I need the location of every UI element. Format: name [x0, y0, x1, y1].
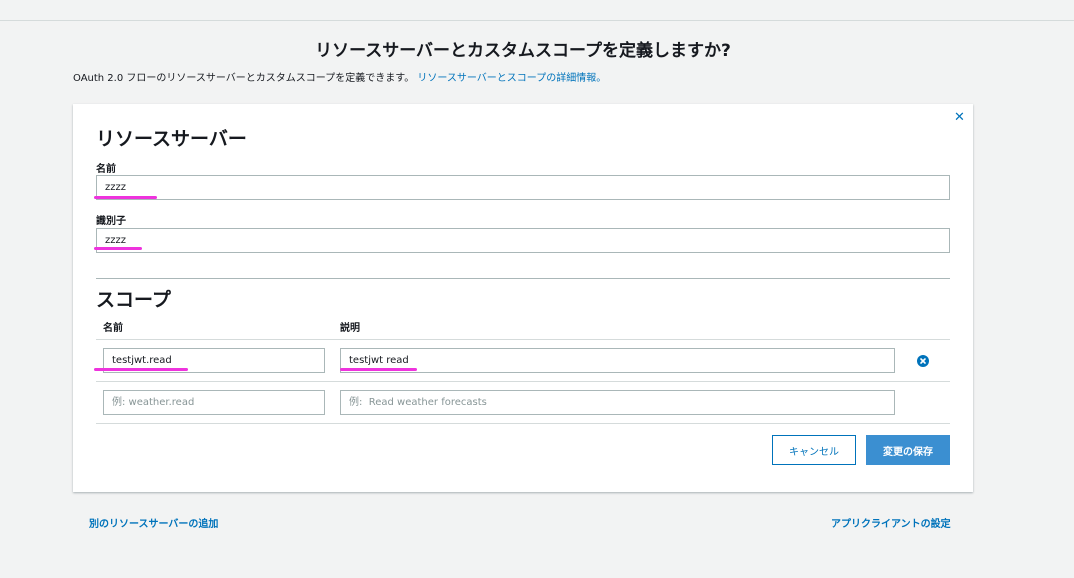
- resource-server-name-input[interactable]: [96, 175, 950, 200]
- highlight-mark: [94, 247, 142, 250]
- scope-description-column-header: 説明: [340, 323, 360, 334]
- cancel-button[interactable]: キャンセル: [772, 435, 856, 465]
- highlight-mark: [94, 368, 188, 371]
- description-text: OAuth 2.0 フローのリソースサーバーとカスタムスコープを定義できます。: [73, 73, 415, 84]
- remove-circle-icon[interactable]: [917, 355, 929, 367]
- resource-server-name-label: 名前: [96, 164, 116, 175]
- table-row-divider: [96, 381, 950, 382]
- scopes-section-title: スコープ: [96, 289, 171, 311]
- scope-description-input[interactable]: [340, 348, 895, 373]
- learn-more-link[interactable]: リソースサーバーとスコープの詳細情報。: [417, 73, 606, 84]
- resource-server-section-title: リソースサーバー: [96, 128, 247, 150]
- add-resource-server-link[interactable]: 別のリソースサーバーの追加: [89, 515, 218, 530]
- new-scope-description-input[interactable]: [340, 390, 895, 415]
- section-divider: [96, 278, 950, 279]
- close-icon[interactable]: ✕: [954, 111, 965, 125]
- resource-server-identifier-label: 識別子: [96, 216, 126, 227]
- save-changes-button[interactable]: 変更の保存: [866, 435, 950, 465]
- new-scope-name-input[interactable]: [103, 390, 325, 415]
- page-title: リソースサーバーとカスタムスコープを定義しますか?: [315, 41, 731, 61]
- page-description: OAuth 2.0 フローのリソースサーバーとカスタムスコープを定義できます。 …: [73, 69, 606, 84]
- highlight-mark: [340, 368, 417, 371]
- scope-name-column-header: 名前: [103, 323, 123, 334]
- top-divider: [0, 20, 1074, 21]
- resource-server-card: ✕ リソースサーバー 名前 識別子 スコープ 名前 説明 キャンセル 変更の保存: [73, 104, 973, 492]
- table-row-divider: [96, 423, 950, 424]
- highlight-mark: [94, 196, 157, 199]
- resource-server-identifier-input[interactable]: [96, 228, 950, 253]
- app-client-settings-link[interactable]: アプリクライアントの設定: [831, 515, 951, 530]
- table-row-divider: [96, 339, 950, 340]
